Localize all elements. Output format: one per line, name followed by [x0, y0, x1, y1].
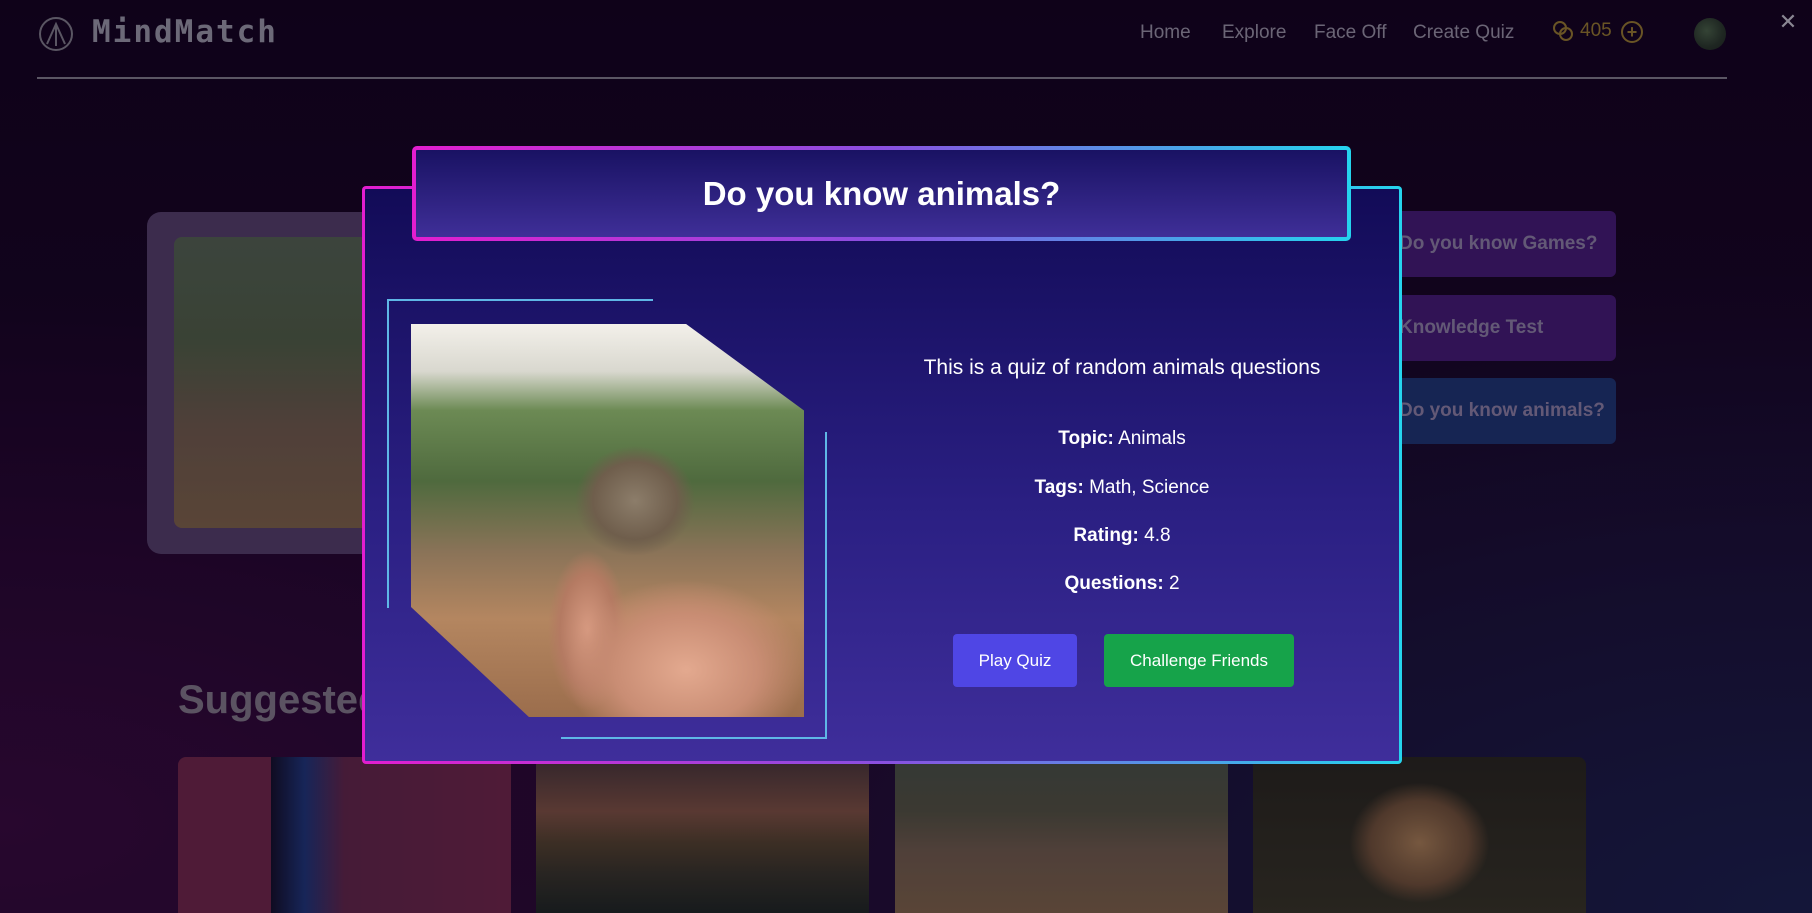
- frame-line-top: [387, 299, 653, 301]
- frame-line-bottom: [561, 737, 827, 739]
- rating-value: 4.8: [1144, 525, 1171, 546]
- quiz-questions: Questions: 2: [852, 573, 1392, 595]
- suggested-section-title: Suggested: [178, 678, 383, 722]
- topic-label: Topic:: [1058, 428, 1114, 449]
- questions-value: 2: [1168, 573, 1180, 594]
- tags-label: Tags:: [1034, 477, 1084, 498]
- suggested-quiz-thumb[interactable]: [178, 757, 511, 913]
- frame-line-left: [387, 299, 389, 608]
- quiz-topic: Topic: Animals: [852, 428, 1392, 450]
- quiz-tags: Tags: Math, Science: [852, 477, 1392, 499]
- play-quiz-button[interactable]: Play Quiz: [953, 634, 1077, 687]
- tags-value: Math, Science: [1089, 477, 1210, 498]
- rating-label: Rating:: [1073, 525, 1139, 546]
- modal-header: Do you know animals?: [412, 146, 1351, 241]
- challenge-friends-button[interactable]: Challenge Friends: [1104, 634, 1294, 687]
- quiz-description: This is a quiz of random animals questio…: [923, 356, 1321, 379]
- quiz-rating: Rating: 4.8: [852, 525, 1392, 547]
- suggested-quiz-thumb[interactable]: [536, 757, 869, 913]
- featured-quiz-image: [174, 237, 384, 528]
- suggested-quiz-thumb[interactable]: [1253, 757, 1586, 913]
- frame-line-right: [825, 432, 827, 739]
- questions-label: Questions:: [1064, 573, 1164, 594]
- topic-value: Animals: [1118, 428, 1186, 449]
- modal-title: Do you know animals?: [702, 174, 1061, 212]
- quiz-cover-image: [411, 324, 804, 717]
- suggested-quiz-thumb[interactable]: [895, 757, 1228, 913]
